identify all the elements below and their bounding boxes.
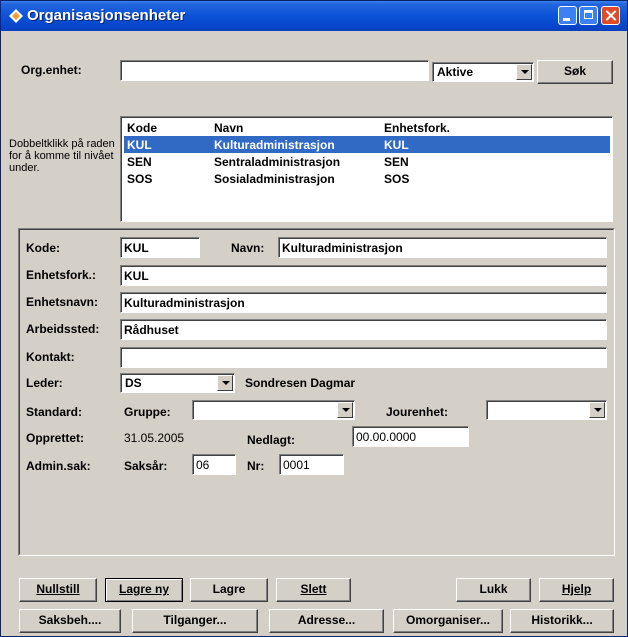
enhetsfork-label: Enhetsfork.: (26, 268, 97, 282)
gruppe-label: Gruppe: (124, 405, 171, 419)
chevron-down-icon[interactable] (337, 402, 353, 418)
maximize-button[interactable] (579, 6, 598, 25)
col-kode[interactable]: Kode (127, 121, 157, 135)
kode-field[interactable] (120, 237, 200, 258)
minimize-button[interactable] (558, 6, 577, 25)
window: Organisasjonsenheter Org.enhet: Aktive S… (0, 0, 628, 637)
list-item-fork: KUL (384, 138, 409, 152)
slett-label: Slett (300, 582, 327, 596)
list-item[interactable]: KUL Kulturadministrasjon KUL (124, 136, 610, 153)
nedlagt-field[interactable] (352, 426, 469, 447)
col-enhetsfork[interactable]: Enhetsfork. (384, 121, 450, 135)
list-item[interactable]: SOS Sosialadministrasjon SOS (124, 170, 610, 187)
title-bar[interactable]: Organisasjonsenheter (1, 1, 627, 31)
lagre-ny-label: Lagre ny (118, 582, 169, 596)
lagre-button[interactable]: Lagre (190, 578, 268, 602)
tilganger-button[interactable]: Tilganger... (132, 609, 258, 633)
saksar-field[interactable] (192, 454, 236, 475)
slett-button[interactable]: Slett (276, 578, 351, 602)
navn-field[interactable] (278, 237, 607, 258)
list-help-text: Dobbeltklikk på raden for å komme til ni… (9, 138, 115, 174)
window-title: Organisasjonsenheter (27, 7, 186, 24)
leder-label: Leder: (26, 376, 63, 390)
nullstill-label: Nullstill (36, 582, 80, 596)
leder-select[interactable]: DS (120, 373, 235, 393)
filter-select[interactable]: Aktive (432, 62, 534, 82)
list-item-fork: SEN (384, 155, 409, 169)
saksbeh-button[interactable]: Saksbeh.... (19, 609, 121, 633)
arbeidssted-label: Arbeidssted: (26, 322, 100, 336)
nedlagt-label: Nedlagt: (247, 433, 295, 447)
jourenhet-label: Jourenhet: (386, 405, 449, 419)
kode-label: Kode: (26, 241, 60, 255)
enhetsfork-field[interactable] (120, 265, 607, 286)
list-item-fork: SOS (384, 172, 410, 186)
navn-label: Navn: (231, 241, 265, 255)
hjelp-label: Hjelp (561, 582, 592, 596)
standard-label: Standard: (26, 405, 83, 419)
list-header: Kode Navn Enhetsfork. (124, 119, 610, 136)
org-input[interactable] (120, 60, 429, 81)
historikk-button[interactable]: Historikk... (510, 609, 614, 633)
list-item-navn: Sosialadministrasjon (214, 172, 335, 186)
leder-name: Sondresen Dagmar (245, 376, 356, 390)
enhetsnavn-label: Enhetsnavn: (26, 295, 99, 309)
adresse-button[interactable]: Adresse... (269, 609, 384, 633)
hjelp-button[interactable]: Hjelp (539, 578, 614, 602)
kontakt-field[interactable] (120, 347, 607, 368)
col-navn[interactable]: Navn (214, 121, 243, 135)
nr-label: Nr: (247, 459, 265, 473)
close-button[interactable] (601, 6, 620, 25)
lukk-button[interactable]: Lukk (456, 578, 531, 602)
list-item-kode: SEN (127, 155, 152, 169)
chevron-down-icon[interactable] (217, 375, 233, 391)
opprettet-label: Opprettet: (26, 431, 84, 445)
adminsak-label: Admin.sak: (26, 459, 91, 473)
chevron-down-icon[interactable] (516, 64, 532, 80)
org-unit-list[interactable]: Kode Navn Enhetsfork. KUL Kulturadminist… (120, 116, 613, 222)
list-item-kode: SOS (127, 172, 153, 186)
nr-field[interactable] (279, 454, 344, 475)
gruppe-select[interactable] (192, 400, 355, 420)
list-item-navn: Kulturadministrasjon (214, 138, 335, 152)
jourenhet-select[interactable] (486, 400, 607, 420)
nullstill-button[interactable]: Nullstill (19, 578, 97, 602)
search-button[interactable]: Søk (537, 60, 613, 84)
omorganiser-button[interactable]: Omorganiser... (393, 609, 503, 633)
leder-select-value: DS (125, 376, 142, 390)
opprettet-value: 31.05.2005 (124, 431, 185, 445)
arbeidssted-field[interactable] (120, 319, 607, 340)
chevron-down-icon[interactable] (589, 402, 605, 418)
list-item-kode: KUL (127, 138, 152, 152)
list-item-navn: Sentraladministrasjon (214, 155, 341, 169)
enhetsnavn-field[interactable] (120, 292, 607, 313)
lagre-ny-button[interactable]: Lagre ny (105, 578, 183, 602)
app-icon (9, 9, 23, 23)
list-item[interactable]: SEN Sentraladministrasjon SEN (124, 153, 610, 170)
filter-select-value: Aktive (437, 65, 474, 79)
saksar-label: Saksår: (124, 459, 168, 473)
kontakt-label: Kontakt: (26, 350, 75, 364)
org-label: Org.enhet: (21, 63, 82, 77)
